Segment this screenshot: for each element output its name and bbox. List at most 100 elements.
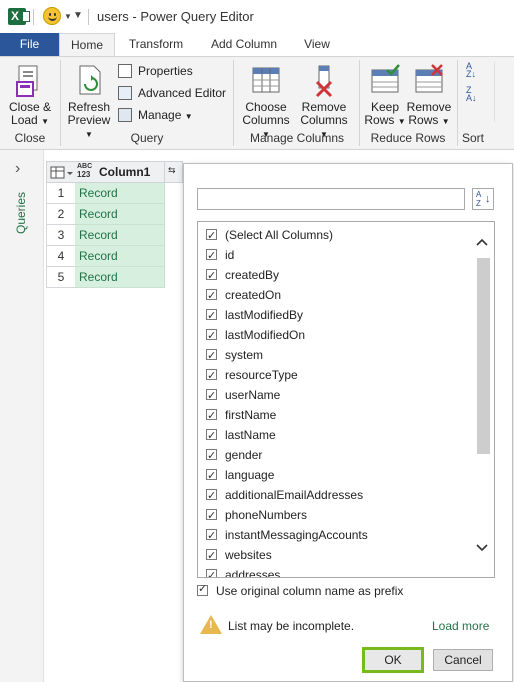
- table-select-menu[interactable]: [46, 161, 76, 183]
- column-list-item[interactable]: firstName: [206, 405, 276, 426]
- column-list-item[interactable]: phoneNumbers: [206, 505, 307, 526]
- arrow-down-icon: ↓: [485, 193, 491, 205]
- chevron-down-icon: ▼: [397, 117, 406, 126]
- group-label-close: Close: [14, 131, 46, 145]
- choose-columns-button[interactable]: Choose Columns ▼: [238, 62, 294, 139]
- divider: [88, 9, 89, 25]
- expand-column-button[interactable]: ⇆: [165, 161, 183, 183]
- checkbox[interactable]: [206, 406, 217, 426]
- advanced-editor-button[interactable]: Advanced Editor: [118, 85, 226, 103]
- checkbox[interactable]: [206, 526, 217, 546]
- column-list-item[interactable]: createdBy: [206, 265, 279, 286]
- warning-icon: !: [200, 615, 222, 634]
- tab-transform[interactable]: Transform: [118, 33, 194, 56]
- keep-rows-button[interactable]: Keep Rows ▼: [362, 62, 408, 128]
- refresh-preview-button[interactable]: Refresh Preview ▼: [64, 62, 114, 139]
- sort-descending-button[interactable]: Z A↓: [466, 86, 484, 104]
- select-all-item[interactable]: (Select All Columns): [206, 225, 333, 246]
- close-load-button[interactable]: Close & Load ▼: [4, 62, 56, 128]
- data-type-any-icon[interactable]: ABC 123: [77, 163, 92, 179]
- ok-button[interactable]: OK: [362, 647, 424, 673]
- scrollbar-thumb[interactable]: [477, 258, 490, 454]
- record-cell[interactable]: Record: [75, 204, 165, 225]
- record-cell[interactable]: Record: [75, 183, 165, 204]
- column-list-item[interactable]: id: [206, 245, 234, 266]
- load-more-link[interactable]: Load more: [432, 619, 489, 633]
- record-cell[interactable]: Record: [75, 225, 165, 246]
- record-cell[interactable]: Record: [75, 246, 165, 267]
- checkbox[interactable]: [206, 306, 217, 326]
- checkbox[interactable]: [206, 266, 217, 286]
- checkbox[interactable]: [206, 366, 217, 386]
- scroll-up-icon[interactable]: [476, 236, 488, 250]
- manage-icon: [118, 108, 132, 122]
- use-prefix-checkbox-row[interactable]: Use original column name as prefix: [197, 582, 403, 598]
- queries-pane-toggle[interactable]: Queries: [8, 192, 38, 256]
- column-list-item[interactable]: system: [206, 345, 264, 366]
- properties-label: Properties: [138, 64, 193, 78]
- column-list-item[interactable]: lastModifiedBy: [206, 305, 303, 326]
- column-list-item[interactable]: resourceType: [206, 365, 298, 386]
- use-prefix-checkbox[interactable]: [197, 582, 208, 597]
- sort-descending-icon: Z A↓: [466, 85, 477, 103]
- column-list[interactable]: (Select All Columns) id createdBy createdOn…: [197, 221, 495, 578]
- record-cell[interactable]: Record: [75, 267, 165, 288]
- checkbox[interactable]: [206, 246, 217, 266]
- checkbox[interactable]: [206, 546, 217, 566]
- checkbox[interactable]: [206, 226, 217, 246]
- checkbox[interactable]: [206, 326, 217, 346]
- checkbox[interactable]: [206, 386, 217, 406]
- properties-button[interactable]: Properties: [118, 63, 193, 81]
- manage-button[interactable]: Manage ▼: [118, 107, 193, 125]
- checkbox[interactable]: [206, 506, 217, 526]
- sort-columns-button[interactable]: AZ ↓: [472, 188, 494, 210]
- tab-file[interactable]: File: [0, 33, 59, 56]
- checkbox[interactable]: [206, 286, 217, 306]
- checkbox[interactable]: [206, 426, 217, 446]
- chevron-down-icon[interactable]: ▼: [64, 12, 72, 21]
- scroll-down-icon[interactable]: [476, 542, 488, 556]
- smiley-feedback-icon[interactable]: [43, 7, 61, 25]
- column-list-item[interactable]: userName: [206, 385, 280, 406]
- tab-home[interactable]: Home: [59, 33, 115, 57]
- remove-rows-button[interactable]: Remove Rows ▼: [406, 62, 452, 128]
- row-index[interactable]: 5: [46, 267, 76, 288]
- queries-label: Queries: [14, 191, 28, 234]
- column-list-item[interactable]: lastName: [206, 425, 276, 446]
- column-name: resourceType: [225, 368, 298, 382]
- column-name: instantMessagingAccounts: [225, 528, 368, 542]
- tab-view[interactable]: View: [292, 33, 342, 56]
- row-index[interactable]: 1: [46, 183, 76, 204]
- customize-quick-access-icon[interactable]: ▼: [73, 10, 83, 21]
- checkbox[interactable]: [206, 566, 217, 577]
- column-list-item[interactable]: instantMessagingAccounts: [206, 525, 368, 546]
- checkbox[interactable]: [206, 346, 217, 366]
- row-index[interactable]: 3: [46, 225, 76, 246]
- tab-add-column[interactable]: Add Column: [198, 33, 290, 56]
- column-list-item[interactable]: createdOn: [206, 285, 281, 306]
- sort-ascending-button[interactable]: A Z↓: [466, 62, 484, 80]
- column-list-item[interactable]: language: [206, 465, 274, 486]
- column-list-item[interactable]: gender: [206, 445, 262, 466]
- column-list-item[interactable]: additionalEmailAddresses: [206, 485, 363, 506]
- divider: [233, 60, 234, 146]
- checkbox[interactable]: [206, 466, 217, 486]
- chevron-down-icon: ▼: [184, 112, 193, 121]
- remove-columns-button[interactable]: Remove Columns ▼: [296, 62, 352, 139]
- warning-text: List may be incomplete.: [228, 619, 355, 633]
- checkbox[interactable]: [206, 446, 217, 466]
- column-list-item[interactable]: lastModifiedOn: [206, 325, 306, 346]
- column-header[interactable]: ABC 123 Column1: [75, 161, 165, 183]
- column-list-item[interactable]: websites: [206, 545, 272, 566]
- chevron-right-icon[interactable]: ›: [15, 160, 20, 178]
- column-list-item[interactable]: addresses: [206, 565, 281, 578]
- column-name: addresses: [225, 568, 281, 578]
- split-column-button-partial[interactable]: [494, 62, 514, 122]
- column-name: lastModifiedOn: [225, 328, 306, 342]
- row-index[interactable]: 4: [46, 246, 76, 267]
- column-name: system: [225, 348, 264, 362]
- column-search-input[interactable]: [197, 188, 465, 210]
- checkbox[interactable]: [206, 486, 217, 506]
- row-index[interactable]: 2: [46, 204, 76, 225]
- cancel-button[interactable]: Cancel: [433, 649, 493, 671]
